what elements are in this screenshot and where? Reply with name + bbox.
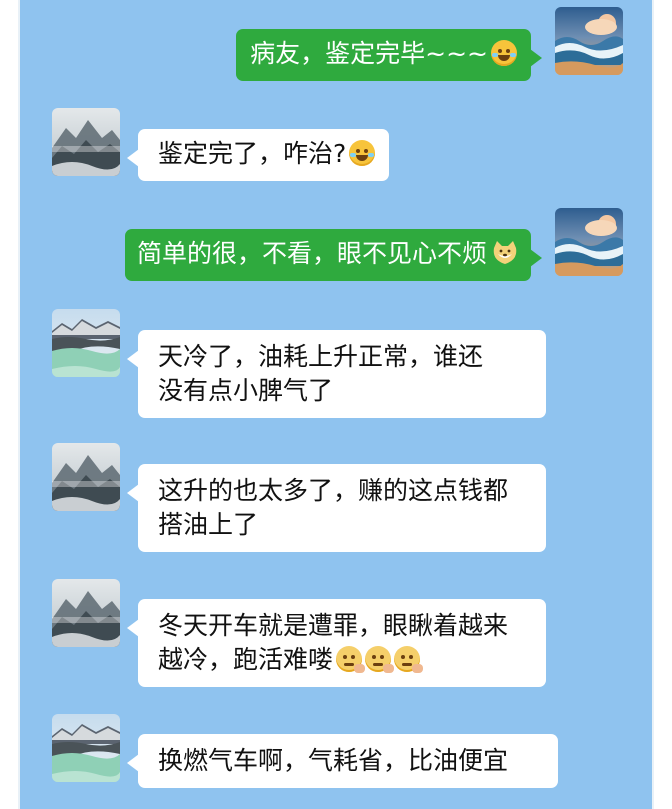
snowy-lake-avatar[interactable] [52,714,120,782]
cold-emoji [365,646,395,673]
message-text: 鉴定完了，咋治? [158,139,347,168]
ocean-wave-avatar[interactable] [555,7,623,75]
message-text: 病友，鉴定完毕~~~ [250,39,488,68]
message-text: 换燃气车啊，气耗省，比油便宜 [158,746,509,775]
message-bubble-received[interactable]: 这升的也太多了，赚的这点钱都 搭油上了 [127,464,546,552]
ocean-wave-avatar[interactable] [555,208,623,276]
message-bubble-received[interactable]: 换燃气车啊，气耗省，比油便宜 [127,734,558,788]
doge-emoji [491,240,519,266]
message-bubble-sent[interactable]: 简单的很，不看，眼不见心不烦 [124,229,543,281]
message-line: 天冷了，油耗上升正常，谁还 [158,342,484,371]
misty-mountain-avatar[interactable] [52,108,120,176]
message-line: 越冷，跑活难喽 [158,645,334,674]
message-bubble-received[interactable]: 天冷了，油耗上升正常，谁还 没有点小脾气了 [127,330,546,418]
misty-mountain-avatar[interactable] [52,579,120,647]
laughing-with-tears-emoji [491,40,517,66]
snowy-lake-avatar[interactable] [52,309,120,377]
laughing-with-tears-emoji [349,140,376,166]
cold-emoji [394,646,424,673]
misty-mountain-avatar[interactable] [52,443,120,511]
message-line-with-emoji: 越冷，跑活难喽 [158,643,534,677]
cold-emoji [336,646,366,673]
message-line: 没有点小脾气了 [158,376,334,405]
message-line: 冬天开车就是遭罪，眼瞅着越来 [158,611,509,640]
message-text: 简单的很，不看，眼不见心不烦 [136,239,487,268]
message-line: 搭油上了 [158,510,259,539]
message-bubble-received[interactable]: 鉴定完了，咋治? [126,129,390,181]
message-line: 这升的也太多了，赚的这点钱都 [158,476,509,505]
chat-area[interactable]: 病友，鉴定完毕~~~ 鉴定完了，咋治? 简单的很，不看，眼不见心不烦 天冷了，油… [18,0,654,809]
message-bubble-sent[interactable]: 病友，鉴定完毕~~~ [236,29,542,81]
message-bubble-received[interactable]: 冬天开车就是遭罪，眼瞅着越来 越冷，跑活难喽 [127,599,546,687]
